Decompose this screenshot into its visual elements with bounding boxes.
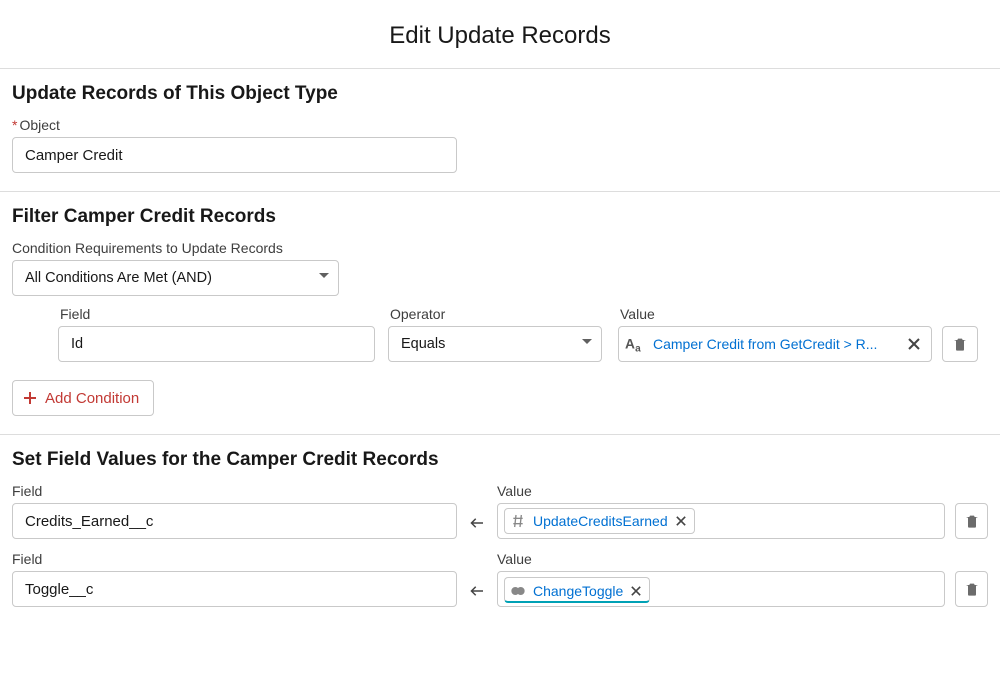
section-filter: Filter Camper Credit Records Condition R… (0, 192, 1000, 435)
value-pill-text: UpdateCreditsEarned (533, 513, 668, 529)
text-type-icon: Aa (625, 333, 647, 355)
field-label: Field (12, 483, 457, 499)
section-object-type: Update Records of This Object Type Objec… (0, 69, 1000, 192)
condition-value-input[interactable]: Aa Camper Credit from GetCredit > R... (618, 326, 932, 362)
value-input[interactable]: UpdateCreditsEarned (497, 503, 945, 539)
condition-operator-select[interactable]: Equals (388, 326, 602, 362)
svg-text:A: A (625, 337, 635, 352)
svg-text:a: a (635, 343, 641, 354)
condition-requirements-label: Condition Requirements to Update Records (12, 240, 988, 256)
object-input-value: Camper Credit (25, 147, 123, 164)
value-pill[interactable]: ChangeToggle (504, 577, 650, 603)
value-pill-text: ChangeToggle (533, 583, 623, 599)
clear-value-icon[interactable] (905, 338, 923, 350)
field-value-row: Field Credits_Earned__c Value UpdateCred… (12, 483, 988, 539)
object-input[interactable]: Camper Credit (12, 137, 457, 173)
arrow-left-icon (467, 582, 487, 607)
field-input[interactable]: Toggle__c (12, 571, 457, 607)
hash-icon (509, 512, 527, 530)
section-set-fields: Set Field Values for the Camper Credit R… (0, 435, 1000, 637)
field-value-row: Field Toggle__c Value ChangeToggle (12, 551, 988, 607)
section-heading: Set Field Values for the Camper Credit R… (12, 449, 988, 471)
value-input[interactable]: ChangeToggle (497, 571, 945, 607)
page-title: Edit Update Records (0, 0, 1000, 69)
toggle-icon (509, 582, 527, 600)
field-column-label: Field (60, 306, 388, 322)
delete-condition-button[interactable] (942, 326, 978, 362)
section-heading: Filter Camper Credit Records (12, 206, 988, 228)
delete-row-button[interactable] (955, 503, 988, 539)
condition-row: Field Id Operator Equals Value Aa C (58, 306, 988, 362)
field-input[interactable]: Credits_Earned__c (12, 503, 457, 539)
operator-column-label: Operator (390, 306, 618, 322)
remove-pill-icon[interactable] (674, 514, 688, 528)
remove-pill-icon[interactable] (629, 584, 643, 598)
add-condition-button[interactable]: Add Condition (12, 380, 154, 416)
condition-requirements-value: All Conditions Are Met (AND) (25, 270, 212, 286)
chevron-down-icon (581, 336, 593, 352)
condition-requirements-select[interactable]: All Conditions Are Met (AND) (12, 260, 339, 296)
field-label: Field (12, 551, 457, 567)
condition-value-text: Camper Credit from GetCredit > R... (653, 336, 899, 352)
delete-row-button[interactable] (955, 571, 988, 607)
field-input-value: Credits_Earned__c (25, 513, 153, 530)
condition-field-input[interactable]: Id (58, 326, 375, 362)
section-heading: Update Records of This Object Type (12, 83, 988, 105)
value-pill[interactable]: UpdateCreditsEarned (504, 508, 695, 534)
field-input-value: Toggle__c (25, 581, 93, 598)
condition-operator-value: Equals (401, 336, 445, 352)
add-condition-label: Add Condition (45, 390, 139, 407)
arrow-left-icon (467, 514, 487, 539)
value-label: Value (497, 551, 988, 567)
condition-field-value: Id (71, 336, 83, 352)
value-label: Value (497, 483, 988, 499)
object-label: Object (12, 117, 988, 133)
chevron-down-icon (318, 270, 330, 286)
value-column-label: Value (620, 306, 988, 322)
